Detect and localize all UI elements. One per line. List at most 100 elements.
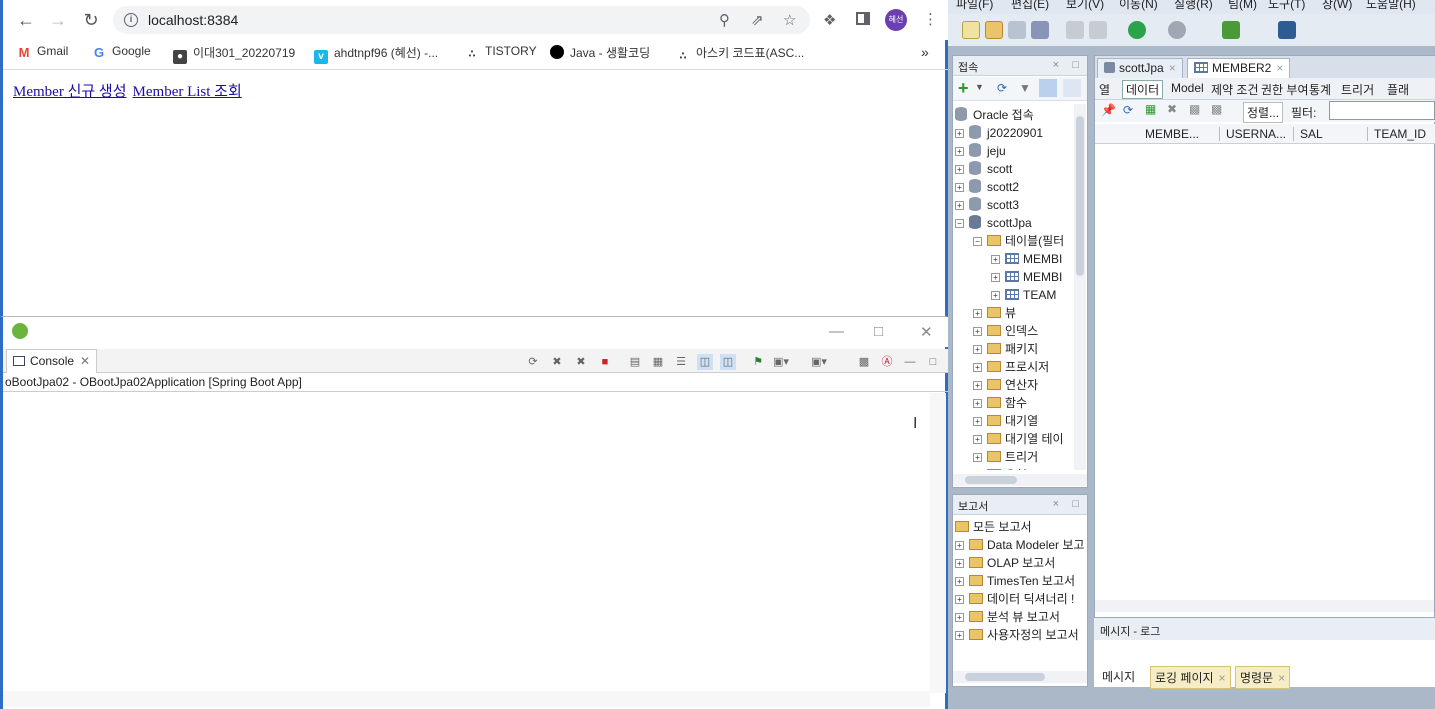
share-icon[interactable]: ⇗	[751, 11, 764, 29]
expand-icon[interactable]: +	[955, 165, 964, 174]
collapse-icon[interactable]: −	[955, 219, 964, 228]
minimize-panel-icon[interactable]: □	[1072, 498, 1079, 510]
menu-run[interactable]: 실행(R)	[1174, 0, 1213, 12]
tree-node-packages[interactable]: + 패키지	[973, 340, 1038, 358]
pin-icon[interactable]: 📌	[1101, 103, 1116, 117]
close-tab-icon[interactable]: ×	[1169, 61, 1176, 75]
tab-console[interactable]: Console ✕	[6, 349, 98, 373]
expand-icon[interactable]: +	[955, 147, 964, 156]
menu-view[interactable]: 보기(V)	[1066, 0, 1104, 12]
bookmark-contact[interactable]: ● 이대301_20220719	[173, 44, 295, 64]
commit-icon[interactable]: ▩	[1189, 102, 1200, 116]
view-icon[interactable]: ▩	[856, 354, 872, 370]
pin-console-icon[interactable]: ⚑	[750, 354, 766, 370]
maximize-icon[interactable]: □	[874, 323, 883, 340]
collapse-icon[interactable]: −	[973, 237, 982, 246]
member-create-link[interactable]: Member 신규 생성	[13, 84, 127, 100]
expand-icon[interactable]: +	[991, 255, 1000, 264]
filter-input[interactable]	[1329, 101, 1435, 120]
forward-arrow-icon[interactable]: →	[45, 7, 71, 33]
display-console-icon[interactable]: ▣▾	[773, 354, 789, 370]
grid-horizontal-scrollbar[interactable]	[1095, 600, 1434, 612]
scroll-thumb[interactable]	[965, 673, 1045, 681]
subtab-model[interactable]: Model	[1171, 81, 1204, 95]
column-header[interactable]: MEMBE...	[1145, 127, 1199, 141]
back-arrow-icon[interactable]: ←	[13, 7, 39, 33]
bookmark-java[interactable]: Java - 생활코딩	[550, 44, 650, 61]
expand-icon[interactable]: +	[973, 453, 982, 462]
close-tab-icon[interactable]: ×	[1276, 61, 1283, 75]
show-on-stderr-icon[interactable]: ◫	[720, 354, 736, 370]
tree-node-table[interactable]: + MEMBI	[991, 250, 1062, 268]
add-connection-icon[interactable]: +	[958, 78, 969, 99]
menu-navigate[interactable]: 이동(N)	[1119, 0, 1158, 12]
tab-logging-page[interactable]: 로깅 페이지 ×	[1150, 666, 1231, 689]
close-icon[interactable]: ✕	[920, 323, 933, 341]
tree-node-all-reports[interactable]: 모든 보고서	[955, 518, 1032, 536]
tree-node-types[interactable]: +유형	[973, 466, 1027, 470]
expand-icon[interactable]: +	[955, 201, 964, 210]
sql-worksheet-icon[interactable]	[1222, 21, 1240, 39]
close-tab-icon[interactable]: ×	[1278, 671, 1285, 685]
expand-icon[interactable]: +	[955, 577, 964, 586]
expand-icon[interactable]: +	[973, 345, 982, 354]
close-tab-icon[interactable]: ×	[1219, 671, 1226, 685]
subtab-grants[interactable]: 권한 부여	[1261, 81, 1309, 98]
undo-icon[interactable]	[1066, 21, 1084, 39]
tab-statements[interactable]: 명령문 ×	[1235, 666, 1291, 689]
tree-node-procedures[interactable]: + 프로시저	[973, 358, 1049, 376]
expand-icon[interactable]: +	[973, 381, 982, 390]
menu-file[interactable]: 파일(F)	[956, 0, 993, 12]
expand-icon[interactable]: +	[973, 435, 982, 444]
tree-node-queue-tables[interactable]: + 대기열 테이	[973, 430, 1064, 448]
menu-edit[interactable]: 편집(E)	[1011, 0, 1049, 12]
dropdown-arrow-icon[interactable]: ▼	[975, 82, 984, 92]
back-icon[interactable]	[1128, 21, 1146, 39]
tree-node-table[interactable]: + MEMBI	[991, 268, 1062, 286]
tree-node-indexes[interactable]: + 인덱스	[973, 322, 1038, 340]
minimize-icon[interactable]: —	[829, 323, 844, 340]
column-header[interactable]: TEAM_ID	[1367, 127, 1426, 141]
subtab-columns[interactable]: 열	[1099, 81, 1110, 98]
bookmark-ascii[interactable]: ∴ 아스키 코드표(ASC...	[676, 44, 804, 64]
tree-node-connection[interactable]: + j20220901	[955, 124, 1043, 142]
tree-horizontal-scrollbar[interactable]	[953, 474, 1087, 486]
open-folder-icon[interactable]	[985, 21, 1003, 39]
filter-icon[interactable]: ▼	[1019, 81, 1031, 95]
show-on-stdout-icon[interactable]: ◫	[697, 354, 713, 370]
reports-horizontal-scrollbar[interactable]	[953, 671, 1087, 683]
expand-icon[interactable]: +	[955, 613, 964, 622]
tree-node-operators[interactable]: + 연산자	[973, 376, 1038, 394]
menu-window[interactable]: 창(W)	[1322, 0, 1352, 12]
binoculars-icon[interactable]	[1278, 21, 1296, 39]
tab-scottjpa[interactable]: scottJpa ×	[1097, 58, 1183, 78]
clear-console-icon[interactable]: ▤	[627, 354, 643, 370]
refresh-icon[interactable]: ⟳	[997, 81, 1007, 95]
zoom-icon[interactable]: ⚲	[719, 11, 730, 29]
menu-tools[interactable]: 도구(T)	[1268, 0, 1305, 12]
redo-icon[interactable]	[1089, 21, 1107, 39]
tree-node-connection[interactable]: + scott3	[955, 196, 1019, 214]
bookmark-star-icon[interactable]: ☆	[783, 11, 796, 29]
close-panel-icon[interactable]: ×	[1053, 59, 1059, 71]
maximize-view-icon[interactable]: □	[925, 354, 941, 370]
subtab-triggers[interactable]: 트리거	[1341, 81, 1374, 98]
subtab-constraints[interactable]: 제약 조건	[1211, 81, 1259, 98]
tree-node-connection[interactable]: + jeju	[955, 142, 1006, 160]
tree-node-queues[interactable]: + 대기열	[973, 412, 1038, 430]
tree-node-connection[interactable]: + scott	[955, 160, 1012, 178]
menu-help[interactable]: 도움말(H)	[1366, 0, 1416, 12]
remove-launch-icon[interactable]: ⟳	[525, 354, 541, 370]
member-list-link[interactable]: Member List 조회	[133, 84, 242, 100]
insert-row-icon[interactable]: ▦	[1145, 102, 1156, 116]
expand-icon[interactable]: +	[973, 363, 982, 372]
word-wrap-icon[interactable]: ☰	[673, 354, 689, 370]
tree-node-tables[interactable]: − 테이블(필터	[973, 232, 1064, 250]
tree-node-report[interactable]: + OLAP 보고서	[955, 554, 1055, 572]
tree-node-functions[interactable]: + 함수	[973, 394, 1027, 412]
console-output[interactable]	[3, 391, 948, 691]
a-icon[interactable]: Ⓐ	[879, 354, 895, 370]
close-panel-icon[interactable]: ×	[1053, 498, 1059, 510]
expand-icon[interactable]: +	[955, 541, 964, 550]
tree-node-report[interactable]: + 사용자정의 보고서	[955, 626, 1079, 644]
